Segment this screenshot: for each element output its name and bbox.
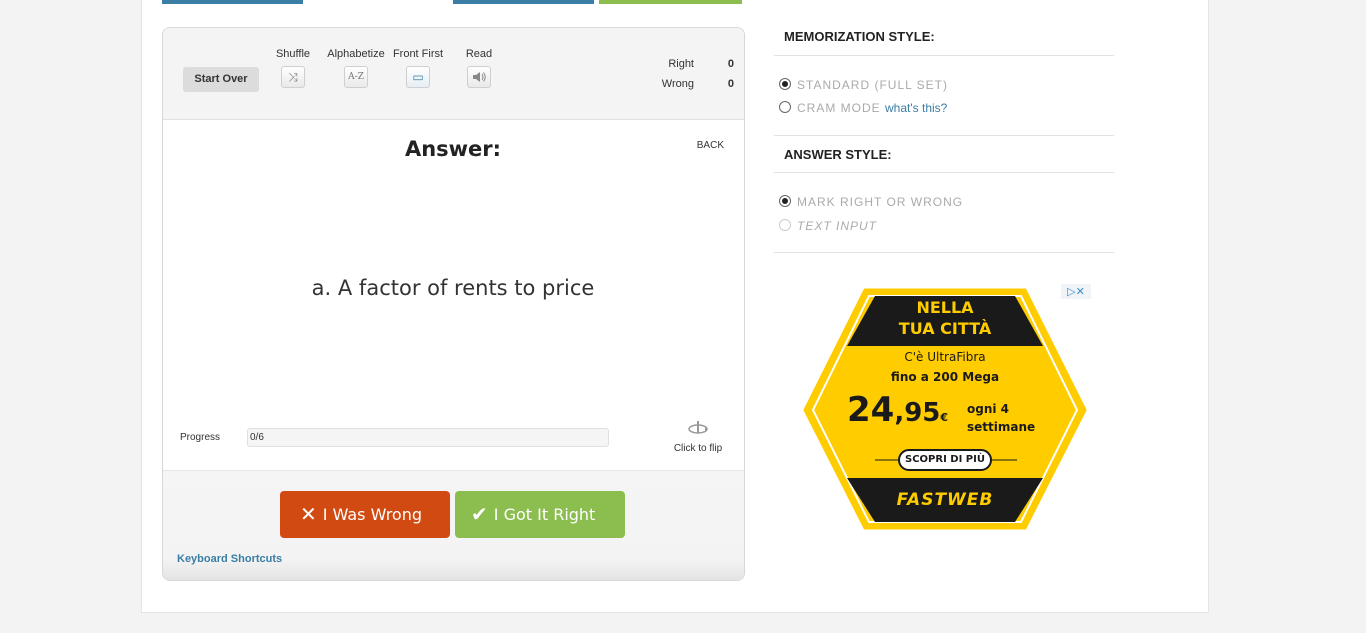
- memorization-style-heading: MEMORIZATION STYLE:: [784, 29, 935, 44]
- divider: [774, 172, 1114, 173]
- card-text: a. A factor of rents to price: [311, 276, 595, 300]
- flashcard-toolbar: Start Over Shuffle ⤨ Alphabetize A-Z Fro…: [163, 28, 744, 120]
- flashcard[interactable]: Answer: BACK a. A factor of rents to pri…: [163, 120, 744, 470]
- option-text-input-label: TEXT INPUT: [797, 219, 878, 233]
- ad-headline-2: TUA CITTÀ: [898, 319, 992, 338]
- option-cram-mode[interactable]: CRAM MODE what's this?: [779, 101, 947, 115]
- ad-price-int: 24: [847, 390, 895, 430]
- shuffle-label: Shuffle: [275, 48, 311, 60]
- whats-this-link[interactable]: what's this?: [885, 101, 947, 115]
- mode-tab-flashcards[interactable]: [162, 0, 303, 4]
- right-label: Right: [668, 58, 694, 70]
- option-mark-right-wrong[interactable]: MARK RIGHT OR WRONG: [779, 195, 963, 209]
- wrong-count: 0: [727, 78, 734, 90]
- wrong-button-label: I Was Wrong: [322, 505, 423, 524]
- alphabetize-tool: Alphabetize A-Z: [323, 48, 389, 88]
- speaker-icon[interactable]: [467, 66, 491, 88]
- front-first-label: Front First: [392, 48, 444, 60]
- option-text-input[interactable]: TEXT INPUT: [779, 219, 877, 233]
- option-standard-label: STANDARD (FULL SET): [797, 78, 949, 92]
- shuffle-icon[interactable]: ⤨: [281, 66, 305, 88]
- radio-cram-mode[interactable]: [779, 101, 791, 113]
- progress-text: 0/6: [250, 432, 264, 443]
- start-over-button[interactable]: Start Over: [183, 67, 259, 92]
- i-was-wrong-button[interactable]: ✕ I Was Wrong: [280, 491, 450, 538]
- radio-mark-right-wrong[interactable]: [779, 195, 791, 207]
- ad-price: 24,95€: [847, 390, 948, 430]
- checkmark-icon: ✔: [471, 502, 488, 526]
- progress-bar: 0/6: [247, 428, 609, 447]
- alphabetize-label: Alphabetize: [327, 48, 385, 60]
- mode-tab-test[interactable]: [599, 0, 742, 4]
- ad-choices-close-icon[interactable]: ▷✕: [1061, 284, 1091, 299]
- front-first-tool: Front First ▭: [389, 48, 447, 88]
- divider: [774, 135, 1114, 136]
- advertisement[interactable]: ▷✕ NELLA TUA CITTÀ C'è UltraFibra fino a…: [795, 282, 1095, 534]
- flip-label: Click to flip: [673, 443, 723, 454]
- wrong-label: Wrong: [661, 78, 694, 90]
- front-first-icon[interactable]: ▭: [406, 66, 430, 88]
- shuffle-tool: Shuffle ⤨: [270, 48, 316, 88]
- ad-line-3: C'è UltraFibra: [904, 350, 986, 364]
- right-button-label: I Got It Right: [493, 505, 596, 524]
- card-side-title: Answer:: [404, 137, 502, 161]
- radio-text-input[interactable]: [779, 219, 791, 231]
- ad-headline-1: NELLA: [916, 298, 974, 317]
- radio-standard[interactable]: [779, 78, 791, 90]
- read-label: Read: [465, 48, 493, 60]
- ad-line-4: fino a 200 Mega: [890, 370, 1000, 384]
- keyboard-shortcuts-link[interactable]: Keyboard Shortcuts: [177, 553, 282, 565]
- answer-style-heading: ANSWER STYLE:: [784, 147, 892, 162]
- i-got-it-right-button[interactable]: ✔ I Got It Right: [455, 491, 625, 538]
- click-to-flip[interactable]: Click to flip: [663, 420, 733, 454]
- main-page: Start Over Shuffle ⤨ Alphabetize A-Z Fro…: [141, 0, 1209, 613]
- flashcard-panel: Start Over Shuffle ⤨ Alphabetize A-Z Fro…: [162, 27, 745, 581]
- answer-actions: ✕ I Was Wrong ✔ I Got It Right Keyboard Sh…: [163, 470, 744, 580]
- ad-period-1: ogni 4: [967, 402, 1010, 416]
- ad-price-dec: ,95: [894, 398, 941, 428]
- option-standard[interactable]: STANDARD (FULL SET): [779, 78, 948, 92]
- divider: [774, 252, 1114, 253]
- alphabetize-icon[interactable]: A-Z: [344, 66, 368, 88]
- progress-label: Progress: [180, 432, 221, 443]
- option-mark-label: MARK RIGHT OR WRONG: [797, 195, 964, 209]
- divider: [774, 55, 1114, 56]
- back-link[interactable]: BACK: [697, 140, 724, 151]
- right-count: 0: [727, 58, 734, 70]
- read-tool: Read: [459, 48, 499, 88]
- option-cram-label: CRAM MODE: [797, 101, 881, 115]
- ad-brand-logo: FASTWEB: [896, 490, 994, 510]
- x-icon: ✕: [300, 502, 317, 526]
- ad-cta-button[interactable]: SCOPRI DI PIÙ: [898, 449, 992, 471]
- ad-period-2: settimane: [967, 420, 1036, 434]
- flip-icon: [663, 420, 733, 441]
- ad-currency: €: [940, 411, 949, 424]
- mode-tab-learn[interactable]: [453, 0, 594, 4]
